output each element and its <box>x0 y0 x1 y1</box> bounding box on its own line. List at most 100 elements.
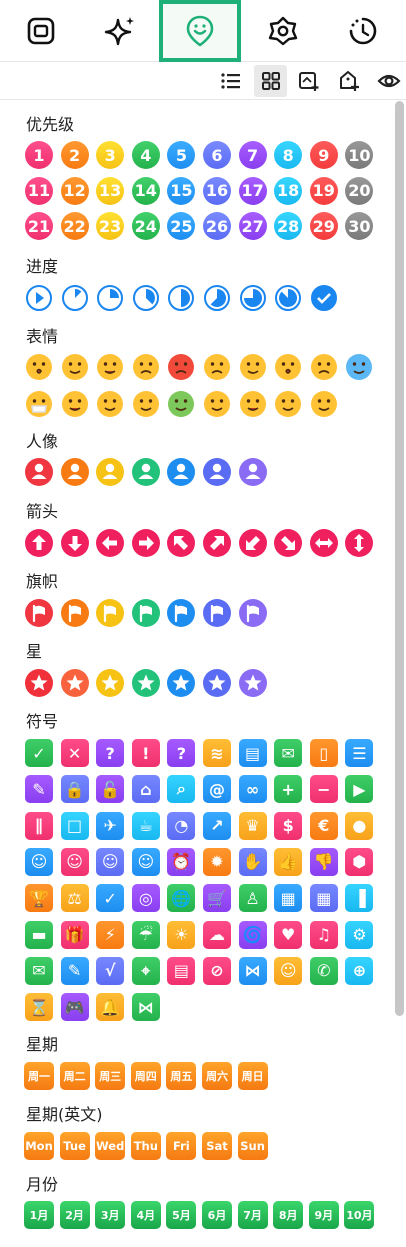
symbol-22[interactable]: □ <box>60 811 90 841</box>
symbol-54[interactable]: ☔ <box>131 920 161 950</box>
person-1[interactable] <box>24 457 54 487</box>
symbol-49[interactable]: ▦ <box>309 883 339 913</box>
add-tag-button[interactable] <box>332 65 365 97</box>
symbol-19[interactable]: − <box>309 774 339 804</box>
emoji-12[interactable] <box>60 389 90 419</box>
emoji-14[interactable] <box>131 389 161 419</box>
arrow-2[interactable] <box>60 528 90 558</box>
weekday-en-6[interactable]: Sat <box>202 1131 232 1161</box>
symbol-44[interactable]: ◎ <box>131 883 161 913</box>
symbol-26[interactable]: ↗ <box>202 811 232 841</box>
flag-6[interactable] <box>202 598 232 628</box>
emoji-11[interactable] <box>24 389 54 419</box>
symbol-3[interactable]: ? <box>95 738 125 768</box>
priority-22[interactable]: 22 <box>60 211 90 241</box>
star-6[interactable] <box>202 668 232 698</box>
priority-8[interactable]: 8 <box>273 140 303 170</box>
symbol-13[interactable]: 🔓 <box>95 774 125 804</box>
symbol-57[interactable]: 🌀 <box>238 920 268 950</box>
progress-0[interactable] <box>24 283 54 313</box>
symbol-52[interactable]: 🎁 <box>60 920 90 950</box>
symbol-70[interactable]: ⊕ <box>344 956 374 986</box>
symbol-36[interactable]: ✹ <box>202 847 232 877</box>
symbol-69[interactable]: ✆ <box>309 956 339 986</box>
progress-4[interactable] <box>166 283 196 313</box>
progress-5[interactable] <box>202 283 232 313</box>
symbol-38[interactable]: 👍 <box>273 847 303 877</box>
weekday-7[interactable]: 周日 <box>237 1061 268 1091</box>
weekday-6[interactable]: 周六 <box>202 1061 232 1091</box>
month-7[interactable]: 7月 <box>237 1200 268 1230</box>
priority-14[interactable]: 14 <box>131 176 161 206</box>
symbol-72[interactable]: 🎮 <box>60 992 90 1022</box>
emoji-8[interactable] <box>273 352 303 382</box>
emoji-5[interactable] <box>166 352 196 382</box>
month-3[interactable]: 3月 <box>95 1200 126 1230</box>
priority-13[interactable]: 13 <box>95 176 125 206</box>
priority-10[interactable]: 10 <box>344 140 374 170</box>
symbol-5[interactable]: ? <box>166 738 196 768</box>
symbol-10[interactable]: ☰ <box>344 738 374 768</box>
symbol-68[interactable]: ☺ <box>273 956 303 986</box>
emoji-18[interactable] <box>273 389 303 419</box>
emoji-4[interactable] <box>131 352 161 382</box>
grid-view-button[interactable] <box>254 65 287 97</box>
flag-4[interactable] <box>131 598 161 628</box>
arrow-6[interactable] <box>202 528 232 558</box>
month-10[interactable]: 10月 <box>344 1200 375 1230</box>
emoji-6[interactable] <box>202 352 232 382</box>
star-1[interactable] <box>24 668 54 698</box>
symbol-6[interactable]: ≋ <box>202 738 232 768</box>
symbol-32[interactable]: ☺ <box>60 847 90 877</box>
priority-12[interactable]: 12 <box>60 176 90 206</box>
month-9[interactable]: 9月 <box>308 1200 339 1230</box>
priority-23[interactable]: 23 <box>95 211 125 241</box>
weekday-1[interactable]: 周一 <box>24 1061 54 1091</box>
flag-5[interactable] <box>166 598 196 628</box>
arrow-1[interactable] <box>24 528 54 558</box>
priority-25[interactable]: 25 <box>166 211 196 241</box>
emoji-17[interactable] <box>238 389 268 419</box>
arrow-10[interactable] <box>344 528 374 558</box>
symbol-15[interactable]: ⌕ <box>166 774 196 804</box>
emoji-9[interactable] <box>309 352 339 382</box>
symbol-62[interactable]: ✎ <box>60 956 90 986</box>
tab-square[interactable] <box>0 0 82 62</box>
symbol-21[interactable]: ∥ <box>24 811 54 841</box>
symbol-39[interactable]: 👎 <box>309 847 339 877</box>
priority-9[interactable]: 9 <box>309 140 339 170</box>
progress-2[interactable] <box>95 283 125 313</box>
symbol-46[interactable]: 🛒 <box>202 883 232 913</box>
symbol-7[interactable]: ▤ <box>238 738 268 768</box>
symbol-12[interactable]: 🔒 <box>60 774 90 804</box>
symbol-16[interactable]: @ <box>202 774 232 804</box>
symbol-45[interactable]: 🌐 <box>166 883 196 913</box>
person-7[interactable] <box>238 457 268 487</box>
tab-sparkle[interactable] <box>80 0 162 62</box>
arrow-4[interactable] <box>131 528 161 558</box>
emoji-7[interactable] <box>238 352 268 382</box>
symbol-61[interactable]: ✉ <box>24 956 54 986</box>
priority-5[interactable]: 5 <box>166 140 196 170</box>
emoji-13[interactable] <box>95 389 125 419</box>
symbol-50[interactable]: ▐ <box>344 883 374 913</box>
emoji-1[interactable] <box>24 352 54 382</box>
symbol-73[interactable]: 🔔 <box>95 992 125 1022</box>
tab-sticker[interactable] <box>159 0 241 62</box>
symbol-67[interactable]: ⋈ <box>238 956 268 986</box>
symbol-35[interactable]: ⏰ <box>166 847 196 877</box>
weekday-5[interactable]: 周五 <box>166 1061 197 1091</box>
flag-1[interactable] <box>24 598 54 628</box>
symbol-25[interactable]: ◔ <box>166 811 196 841</box>
symbol-55[interactable]: ☀ <box>166 920 196 950</box>
symbol-40[interactable]: ⬢ <box>344 847 374 877</box>
symbol-37[interactable]: ✋ <box>238 847 268 877</box>
progress-6[interactable] <box>238 283 268 313</box>
month-1[interactable]: 1月 <box>24 1200 54 1230</box>
weekday-3[interactable]: 周三 <box>95 1061 126 1091</box>
symbol-20[interactable]: ▶ <box>344 774 374 804</box>
emoji-10[interactable] <box>344 352 374 382</box>
priority-17[interactable]: 17 <box>238 176 268 206</box>
symbol-51[interactable]: ▬ <box>24 920 54 950</box>
symbol-9[interactable]: ▯ <box>309 738 339 768</box>
